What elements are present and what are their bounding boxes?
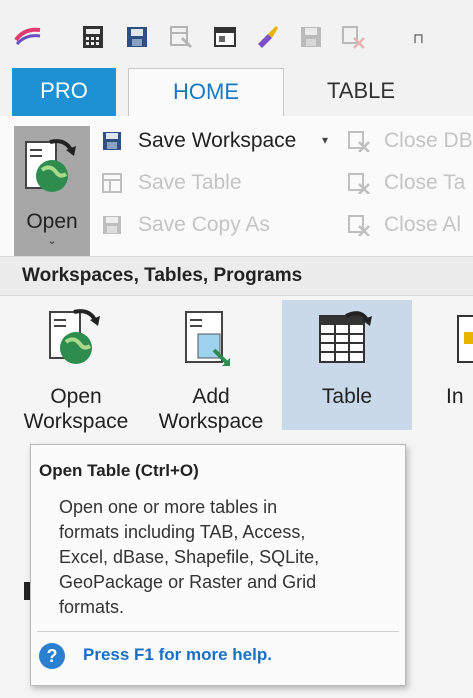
- window-icon[interactable]: [212, 24, 238, 50]
- calculator-icon[interactable]: [80, 24, 106, 50]
- ribbon-file-group: Open ⌄ Save Workspace ▾ Save Table Save …: [0, 116, 473, 257]
- close-all-icon: [348, 215, 370, 236]
- table-button-label: Table: [321, 385, 373, 408]
- group-title-bar: Workspaces, Tables, Programs: [0, 257, 473, 296]
- group-title: Workspaces, Tables, Programs: [22, 265, 303, 286]
- chevron-down-icon[interactable]: ▾: [322, 123, 328, 157]
- tooltip-open-table: Open Table (Ctrl+O) Open one or more tab…: [30, 444, 406, 686]
- help-icon: ?: [39, 643, 65, 669]
- open-workspace-label-line2: Workspace: [23, 410, 129, 433]
- close-db-button[interactable]: Close DB: [348, 124, 473, 158]
- open-button-label: Open: [26, 210, 78, 233]
- app-logo-icon[interactable]: [14, 26, 42, 46]
- save-workspace-button[interactable]: Save Workspace ▾: [102, 124, 342, 158]
- close-table-button[interactable]: Close Ta: [348, 166, 473, 200]
- tooltip-line: Excel, dBase, Shapefile, SQLite,: [59, 547, 320, 567]
- save-copy-as-label: Save Copy As: [138, 213, 270, 236]
- brush-icon[interactable]: [254, 24, 280, 50]
- help-text: Press F1 for more help.: [83, 645, 272, 664]
- tab-table[interactable]: TABLE: [296, 68, 426, 116]
- save-copy-as-button[interactable]: Save Copy As: [102, 208, 302, 242]
- customize-toolbar-dropdown[interactable]: ⊓: [413, 30, 424, 47]
- add-workspace-button[interactable]: Add Workspace: [150, 300, 272, 433]
- close-all-label: Close Al: [384, 213, 462, 236]
- close-table-icon: [348, 173, 370, 194]
- open-workspace-icon: [49, 309, 100, 364]
- tooltip-line: GeoPackage or Raster and Grid: [59, 572, 317, 592]
- save-table-label: Save Table: [138, 171, 242, 194]
- save-workspace-label: Save Workspace: [138, 129, 297, 152]
- close-all-button[interactable]: Close Al: [348, 208, 473, 242]
- quick-access-toolbar: ⊓: [0, 0, 473, 70]
- add-workspace-label-line1: Add: [192, 385, 230, 408]
- save-table-icon: [102, 173, 122, 193]
- table-button[interactable]: Table: [282, 300, 412, 430]
- ribbon-tab-bar: PRO HOME TABLE: [0, 68, 473, 118]
- tooltip-divider: [37, 631, 399, 632]
- save-workspace-icon: [103, 132, 121, 150]
- add-workspace-label-line2: Workspace: [158, 410, 264, 433]
- floppy-icon[interactable]: [298, 24, 324, 50]
- open-globe-icon: [25, 139, 76, 192]
- table-icon: [319, 311, 372, 363]
- close-db-icon: [348, 131, 370, 152]
- open-button[interactable]: Open ⌄: [14, 126, 90, 256]
- open-workspace-label-line1: Open: [50, 385, 102, 408]
- partial-button[interactable]: In: [440, 300, 473, 430]
- save-window-icon[interactable]: [124, 24, 150, 50]
- tooltip-description: Open one or more tables in formats inclu…: [59, 495, 399, 620]
- close-x-icon[interactable]: [340, 24, 366, 50]
- add-workspace-icon: [185, 311, 230, 366]
- help-link[interactable]: ? Press F1 for more help.: [39, 641, 339, 671]
- tooltip-line: Open one or more tables in: [59, 497, 278, 517]
- tooltip-title: Open Table (Ctrl+O): [39, 461, 199, 480]
- close-table-label: Close Ta: [384, 171, 466, 194]
- save-copy-icon: [103, 216, 121, 234]
- tooltip-line: formats.: [59, 597, 125, 617]
- close-db-label: Close DB: [384, 129, 473, 152]
- open-workspace-button[interactable]: Open Workspace: [16, 300, 136, 433]
- partial-icon: [457, 315, 473, 363]
- tooltip-line: formats including TAB, Access,: [59, 522, 306, 542]
- partial-button-label: In: [446, 385, 464, 408]
- save-table-button[interactable]: Save Table: [102, 166, 302, 200]
- table-edit-icon[interactable]: [168, 24, 194, 50]
- chevron-down-icon: ⌄: [47, 235, 57, 247]
- tab-pro[interactable]: PRO: [12, 68, 116, 116]
- tab-home[interactable]: HOME: [128, 68, 284, 118]
